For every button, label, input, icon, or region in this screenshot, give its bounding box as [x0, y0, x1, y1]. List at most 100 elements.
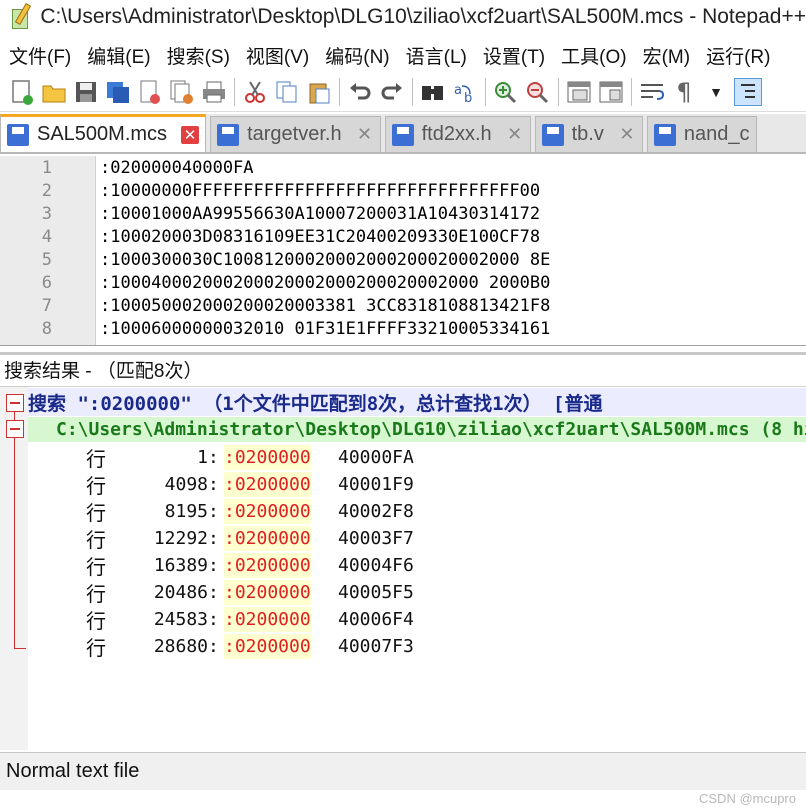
- notepad-plus-plus-icon: [8, 2, 34, 31]
- title-bar: C:\Users\Administrator\Desktop\DLG10\zil…: [0, 0, 806, 34]
- hit-line-number: 24583: [153, 609, 208, 630]
- hit-rest-text: 40005F5: [338, 582, 414, 603]
- tab-label: tb.v: [571, 123, 604, 145]
- replace-icon[interactable]: ab: [451, 78, 479, 106]
- search-hit-row[interactable]: 行 4098 : :0200000 40001F9: [28, 471, 806, 498]
- line-text: :10000000FFFFFFFFFFFFFFFFFFFFFFFFFFFFFFF…: [100, 180, 541, 201]
- menu-encoding[interactable]: 编码(N): [316, 42, 396, 69]
- hit-colon: :: [208, 474, 219, 495]
- search-hit-row[interactable]: 行 1 : :0200000 40000FA: [28, 444, 806, 471]
- menu-search[interactable]: 搜索(S): [158, 42, 237, 69]
- tab-tb-v[interactable]: tb.v ✕: [534, 116, 643, 152]
- search-file-line[interactable]: C:\Users\Administrator\Desktop\DLG10\zil…: [28, 417, 806, 442]
- find-icon[interactable]: [419, 78, 447, 106]
- hit-colon: :: [208, 447, 219, 468]
- save-all-icon[interactable]: [104, 78, 132, 106]
- line-number: 1: [41, 157, 52, 178]
- redo-icon[interactable]: [378, 78, 406, 106]
- sync-h-icon[interactable]: [597, 78, 625, 106]
- search-hit-row[interactable]: 行 16389 : :0200000 40004F6: [28, 552, 806, 579]
- search-results-header: 搜索结果 - （匹配8次）: [0, 352, 806, 384]
- line-text: :10006000000032010 01F31E1FFFF3321000533…: [100, 318, 551, 339]
- paste-icon[interactable]: [305, 78, 333, 106]
- tab-sal500m[interactable]: SAL500M.mcs ✕: [0, 114, 207, 152]
- indent-guide-icon[interactable]: [734, 77, 762, 106]
- close-icon[interactable]: [136, 78, 164, 106]
- search-hit-row[interactable]: 行 28680 : :0200000 40007F3: [28, 633, 806, 660]
- line-number: 7: [41, 295, 52, 316]
- toolbar-separator: [234, 77, 235, 106]
- editor-pane[interactable]: 1:020000040000FA 2:10000000FFFFFFFFFFFFF…: [0, 156, 806, 346]
- save-icon[interactable]: [72, 78, 100, 106]
- file-saved-icon: [653, 123, 676, 146]
- search-hit-row[interactable]: 行 20486 : :0200000 40005F5: [28, 579, 806, 606]
- bottom-strip: [0, 790, 806, 809]
- undo-icon[interactable]: [346, 78, 374, 106]
- open-file-icon[interactable]: [40, 78, 68, 106]
- status-bar: Normal text file: [0, 752, 806, 790]
- toolbar-separator: [339, 77, 340, 106]
- file-saved-icon: [541, 123, 564, 146]
- hit-rest-text: 40003F7: [338, 528, 414, 549]
- hit-line-label: 行: [86, 501, 106, 525]
- dropdown-icon[interactable]: ▼: [702, 78, 730, 106]
- hit-line-label: 行: [86, 582, 106, 606]
- fold-collapse-icon[interactable]: [6, 420, 24, 438]
- cut-icon[interactable]: [241, 78, 269, 106]
- tab-close-icon[interactable]: ✕: [618, 124, 636, 144]
- tab-close-icon[interactable]: ✕: [506, 124, 524, 144]
- hit-line-label: 行: [86, 528, 106, 552]
- menu-settings[interactable]: 设置(T): [474, 42, 552, 69]
- copy-icon[interactable]: [273, 78, 301, 106]
- editor-line: 5:1000300030C100812000200020002000200020…: [0, 248, 806, 271]
- editor-line: 7 :100050002000200020003381 3CC8318108813…: [0, 294, 806, 317]
- line-text: :10001000AA99556630A10007200031A10430314…: [100, 203, 541, 224]
- search-hit-row[interactable]: 行 24583 : :0200000 40006F4: [28, 606, 806, 633]
- hit-line-label: 行: [86, 447, 106, 471]
- menu-view[interactable]: 视图(V): [237, 42, 316, 69]
- tab-close-icon[interactable]: ✕: [356, 124, 374, 144]
- menu-edit[interactable]: 编辑(E): [78, 42, 157, 69]
- search-summary-line[interactable]: 搜索 ":0200000" （1个文件中匹配到8次，总计查找1次） [普通: [28, 388, 806, 416]
- search-hit-row[interactable]: 行 12292 : :0200000 40003F7: [28, 525, 806, 552]
- watermark: CSDN @mcupro: [699, 791, 796, 806]
- menu-macro[interactable]: 宏(M): [634, 42, 697, 69]
- editor-line: 3:10001000AA99556630A10007200031A1043031…: [0, 202, 806, 225]
- menu-run[interactable]: 运行(R): [697, 42, 777, 69]
- line-text: :1000300030C1008120002000200020002000200…: [100, 249, 551, 270]
- zoom-out-icon[interactable]: [524, 78, 552, 106]
- hit-rest-text: 40004F6: [338, 555, 414, 576]
- tab-label: nand_c: [683, 123, 750, 145]
- search-results-title: 搜索结果 - （匹配8次）: [4, 361, 203, 382]
- hit-colon: :: [208, 528, 219, 549]
- hit-line-number: 4098: [164, 474, 208, 495]
- close-all-icon[interactable]: [168, 78, 196, 106]
- toolbar-separator: [631, 77, 632, 106]
- print-icon[interactable]: [200, 78, 228, 106]
- fold-line: [14, 438, 15, 648]
- tab-targetver[interactable]: targetver.h ✕: [210, 116, 381, 152]
- show-all-chars-icon[interactable]: ¶: [670, 78, 698, 106]
- hit-colon: :: [208, 501, 219, 522]
- menu-file[interactable]: 文件(F): [0, 42, 78, 69]
- search-summary-text: 搜索 ":0200000" （1个文件中匹配到8次，总计查找1次） [普通: [28, 392, 603, 415]
- editor-line: 4:100020003D08316109EE31C20400209330E100…: [0, 225, 806, 248]
- menu-bar: 文件(F) 编辑(E) 搜索(S) 视图(V) 编码(N) 语言(L) 设置(T…: [0, 38, 806, 72]
- line-text: :100050002000200020003381 3CC83181088134…: [100, 295, 551, 316]
- tab-ftd2xx[interactable]: ftd2xx.h ✕: [384, 116, 531, 152]
- new-file-icon[interactable]: [8, 78, 36, 106]
- search-results-panel[interactable]: 搜索 ":0200000" （1个文件中匹配到8次，总计查找1次） [普通 C:…: [0, 386, 806, 750]
- tab-close-icon[interactable]: ✕: [181, 125, 200, 144]
- tab-nand[interactable]: nand_c: [646, 116, 757, 152]
- menu-tools[interactable]: 工具(O): [552, 42, 633, 69]
- word-wrap-icon[interactable]: [638, 78, 666, 106]
- hit-rest-text: 40000FA: [338, 447, 414, 468]
- hit-line-number: 28680: [153, 636, 208, 657]
- editor-line: 8:10006000000032010 01F31E1FFFF332100053…: [0, 317, 806, 340]
- search-hit-row[interactable]: 行 8195 : :0200000 40002F8: [28, 498, 806, 525]
- fold-collapse-icon[interactable]: [6, 394, 24, 412]
- zoom-in-icon[interactable]: [492, 78, 520, 106]
- menu-language[interactable]: 语言(L): [397, 42, 474, 69]
- hit-line-label: 行: [86, 636, 106, 660]
- sync-v-icon[interactable]: [565, 78, 593, 106]
